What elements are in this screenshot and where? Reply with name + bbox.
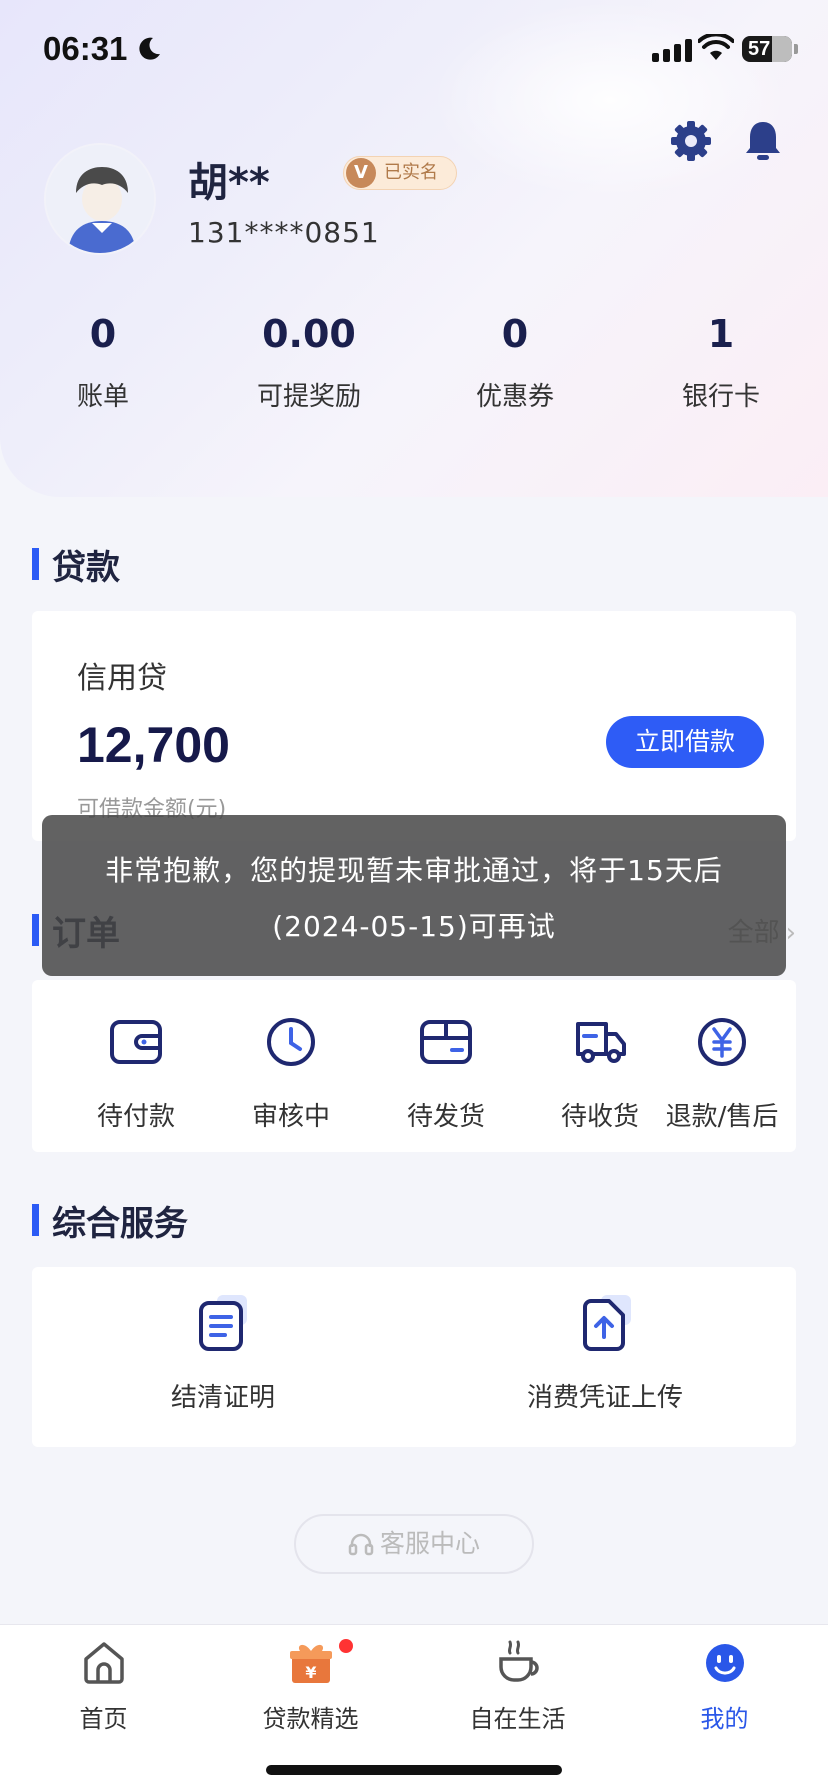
tab-label: 自在生活 (469, 1705, 566, 1733)
order-label: 审核中 (251, 1102, 330, 1132)
yuan-icon (698, 1018, 746, 1066)
stat-coupons[interactable]: 0 优惠券 (412, 312, 618, 413)
tab-home[interactable]: 首页 (0, 1637, 207, 1734)
stat-label: 优惠券 (475, 382, 554, 412)
verified-label: 已实名 (384, 162, 438, 183)
order-pending-payment[interactable]: 待付款 (60, 980, 212, 1133)
tab-free-living[interactable]: 自在生活 (414, 1637, 621, 1734)
stat-value: 0.00 (262, 312, 356, 356)
withdrawal-rejected-toast: 非常抱歉，您的提现暂未审批通过，将于15天后 (2024-05-15)可再试 (42, 815, 786, 976)
battery-level: 57 (748, 37, 771, 60)
tab-loan-picks[interactable]: ¥ 贷款精选 (207, 1637, 414, 1734)
services-section-title: 综合服务 (32, 1196, 188, 1245)
stat-label: 账单 (76, 382, 129, 412)
loan-type: 信用贷 (77, 661, 167, 696)
cellular-signal-icon (652, 38, 692, 62)
home-icon (83, 1642, 124, 1684)
service-upload-voucher[interactable]: 消费凭证上传 (414, 1267, 796, 1414)
loan-amount: 12,700 (77, 717, 230, 773)
battery-indicator: 57 (742, 36, 792, 62)
status-time: 06:31 (43, 30, 128, 67)
service-settlement-certificate[interactable]: 结清证明 (32, 1267, 414, 1414)
moon-icon (139, 37, 160, 60)
verified-badge: V 已实名 (343, 156, 457, 190)
order-label: 待付款 (96, 1102, 175, 1132)
bell-icon[interactable] (740, 118, 786, 164)
verified-v-icon: V (346, 158, 376, 188)
stat-label: 可提奖励 (256, 382, 361, 412)
coffee-icon (498, 1640, 539, 1682)
chevron-right-icon: › (785, 918, 796, 948)
stat-value: 1 (707, 312, 735, 356)
clock-icon (267, 1018, 315, 1066)
stat-rewards[interactable]: 0.00 可提奖励 (206, 312, 412, 413)
order-refund-after-sales[interactable]: 退款/售后 (647, 980, 797, 1133)
customer-service-label: 客服中心 (379, 1529, 480, 1558)
stat-value: 0 (501, 312, 529, 356)
package-icon (420, 1020, 472, 1064)
notification-dot (339, 1639, 353, 1653)
loan-section-title: 贷款 (32, 540, 120, 589)
tab-mine[interactable]: 我的 (621, 1637, 828, 1734)
wifi-icon (698, 34, 734, 60)
customer-service-button[interactable]: 客服中心 (294, 1514, 534, 1574)
gear-icon[interactable] (668, 118, 714, 164)
wallet-icon (110, 1020, 162, 1064)
home-indicator (266, 1765, 562, 1775)
order-label: 退款/售后 (665, 1102, 779, 1132)
user-avatar-icon (46, 145, 154, 253)
toast-line-2: (2024-05-15)可再试 (272, 910, 556, 943)
truck-icon (576, 1022, 626, 1063)
smiley-icon (705, 1644, 744, 1682)
order-under-review[interactable]: 审核中 (215, 980, 367, 1133)
avatar[interactable] (44, 143, 156, 255)
service-label: 消费凭证上传 (526, 1383, 683, 1413)
tab-label: 我的 (700, 1705, 749, 1733)
upload-document-icon (583, 1295, 631, 1351)
services-card: 结清证明 消费凭证上传 (32, 1267, 796, 1447)
gift-icon: ¥ (289, 1644, 332, 1683)
svg-text:¥: ¥ (305, 1663, 316, 1682)
document-icon (199, 1295, 247, 1351)
header-glow (430, 0, 790, 200)
stat-value: 0 (89, 312, 117, 356)
toast-line-1: 非常抱歉，您的提现暂未审批通过，将于15天后 (105, 854, 723, 887)
credit-loan-card[interactable]: 信用贷 12,700 可借款金额(元) 立即借款 (32, 611, 796, 841)
battery-tip (794, 44, 798, 54)
tab-label: 首页 (79, 1705, 128, 1733)
order-label: 待发货 (406, 1102, 485, 1132)
headset-icon (348, 1533, 374, 1556)
order-pending-shipment[interactable]: 待发货 (370, 980, 522, 1133)
orders-card: 待付款 审核中 待发货 待收货 退款/售后 (32, 980, 796, 1152)
tab-label: 贷款精选 (262, 1705, 359, 1733)
stat-bills[interactable]: 0 账单 (0, 312, 206, 413)
stat-bank-cards[interactable]: 1 银行卡 (618, 312, 824, 413)
borrow-now-button[interactable]: 立即借款 (606, 716, 764, 768)
phone-number: 131****0851 (188, 216, 380, 249)
stat-label: 银行卡 (681, 382, 760, 412)
user-name: 胡** (188, 160, 270, 206)
service-label: 结清证明 (170, 1383, 275, 1413)
